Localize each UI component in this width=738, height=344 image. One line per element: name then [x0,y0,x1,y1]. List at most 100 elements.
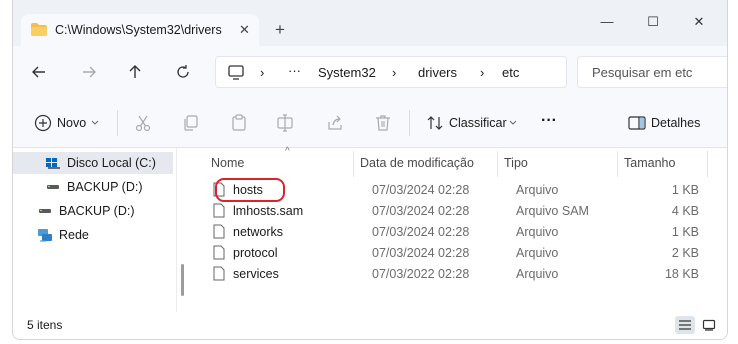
arrow-left-icon [32,66,45,78]
network-icon [38,229,52,242]
file-name: services [233,267,279,281]
file-date: 07/03/2024 02:28 [372,246,470,260]
paste-icon[interactable] [229,113,249,133]
file-date: 07/03/2024 02:28 [372,225,470,239]
file-row-services[interactable]: services 07/03/2022 02:28 Arquivo 18 KB [209,264,709,284]
file-type: Arquivo [516,183,559,197]
breadcrumb-etc[interactable]: etc [502,65,519,80]
search-input[interactable]: Pesquisar em etc [592,65,692,80]
breadcrumb-system32[interactable]: System32 [318,65,376,80]
sidebar-item-backup-d[interactable]: BACKUP (D:) [45,176,142,198]
close-window-button[interactable]: ✕ [689,14,709,30]
file-name: lmhosts.sam [233,204,304,218]
sidebar-item-label: Disco Local (C:) [67,156,156,170]
column-divider[interactable] [497,151,498,177]
file-row-lmhosts[interactable]: lmhosts.sam 07/03/2024 02:28 Arquivo SAM… [209,201,709,221]
breadcrumb-separator[interactable]: › [392,65,396,80]
file-date: 07/03/2024 02:28 [372,204,470,218]
column-header-size[interactable]: Tamanho [624,156,675,170]
item-count: 5 itens [27,318,63,332]
breadcrumb-overflow[interactable]: ··· [288,63,301,78]
title-bar: C:\Windows\System32\drivers ✕ + — ☐ ✕ [13,0,727,46]
file-size: 1 KB [671,225,699,239]
file-type: Arquivo [516,225,559,239]
chevron-down-icon[interactable] [91,120,99,126]
list-view-icon [679,320,691,330]
file-icon [213,266,225,281]
sidebar-item-label: BACKUP (D:) [67,180,143,194]
sidebar-item-backup-d[interactable]: BACKUP (D:) [37,200,134,222]
column-header-date[interactable]: Data de modificação [360,156,474,170]
sidebar-item-label: BACKUP (D:) [59,204,135,218]
windows-drive-icon [46,158,60,169]
column-divider[interactable] [707,151,708,177]
file-name: networks [233,225,284,239]
drive-icon [39,209,51,213]
navigation-bar: › ··· System32 › drivers › etc Pesquisar… [13,46,727,98]
arrow-right-icon [83,66,96,78]
file-explorer-window: C:\Windows\System32\drivers ✕ + — ☐ ✕ › … [12,0,728,340]
sidebar-item-rede[interactable]: Rede [37,224,89,246]
drive-icon [47,185,59,189]
column-header-name[interactable]: Nome [211,156,244,170]
address-bar[interactable]: › ··· System32 › drivers › etc [215,56,567,88]
share-icon[interactable] [325,113,345,133]
maximize-button[interactable]: ☐ [643,14,663,30]
file-date: 07/03/2022 02:28 [372,267,470,281]
breadcrumb-drivers[interactable]: drivers [418,65,457,80]
copy-icon[interactable] [181,113,201,133]
new-tab-button[interactable]: + [275,21,285,38]
status-bar: 5 itens [13,312,727,339]
tab-title: C:\Windows\System32\drivers [55,23,222,37]
details-button[interactable]: Detalhes [651,116,700,130]
details-pane-icon[interactable] [627,113,647,133]
details-view-button[interactable] [675,316,695,334]
file-date: 07/03/2024 02:28 [372,183,470,197]
breadcrumb-separator[interactable]: › [260,65,264,80]
plus-circle-icon[interactable] [33,113,53,133]
rename-icon[interactable] [275,113,295,133]
file-icon [213,224,225,239]
file-icon [213,245,225,260]
file-type: Arquivo SAM [516,204,589,218]
refresh-button[interactable] [173,62,193,82]
more-options-button[interactable]: ··· [541,112,557,130]
file-icon [213,203,225,218]
file-list: ^ Nome Data de modificação Tipo Tamanho … [189,146,727,312]
column-divider[interactable] [617,151,618,177]
sidebar-item-disco-local[interactable]: Disco Local (C:) [13,152,173,174]
command-bar: Novo Classificar ··· Detalhes [13,98,727,148]
file-size: 4 KB [671,204,699,218]
up-button[interactable] [125,62,145,82]
column-divider[interactable] [353,151,354,177]
trash-icon[interactable] [373,113,393,133]
sort-icon[interactable] [425,113,445,133]
chevron-down-icon[interactable] [509,120,517,126]
sidebar-scrollbar[interactable] [181,264,184,296]
minimize-button[interactable]: — [597,14,617,29]
folder-icon [31,23,47,36]
cut-icon[interactable] [133,113,153,133]
column-header-type[interactable]: Tipo [504,156,528,170]
file-type: Arquivo [516,246,559,260]
file-row-protocol[interactable]: protocol 07/03/2024 02:28 Arquivo 2 KB [209,243,709,263]
sort-indicator: ^ [285,146,290,157]
tiles-view-button[interactable] [699,316,719,334]
breadcrumb-separator[interactable]: › [480,65,484,80]
tab-close-button[interactable]: ✕ [239,22,250,38]
file-size: 1 KB [671,183,699,197]
tiles-view-icon [702,319,716,331]
toolbar-divider [409,110,410,136]
file-type: Arquivo [516,267,559,281]
forward-button[interactable] [79,62,99,82]
monitor-icon [228,65,244,80]
back-button[interactable] [29,62,49,82]
file-size: 18 KB [664,267,699,281]
highlight-annotation [215,178,285,202]
new-button[interactable]: Novo [57,116,86,130]
sort-button[interactable]: Classificar [449,116,507,130]
sidebar-item-label: Rede [59,228,89,242]
search-box[interactable]: Pesquisar em etc [577,56,727,88]
file-row-networks[interactable]: networks 07/03/2024 02:28 Arquivo 1 KB [209,222,709,242]
tab-drivers[interactable]: C:\Windows\System32\drivers ✕ [21,14,259,46]
